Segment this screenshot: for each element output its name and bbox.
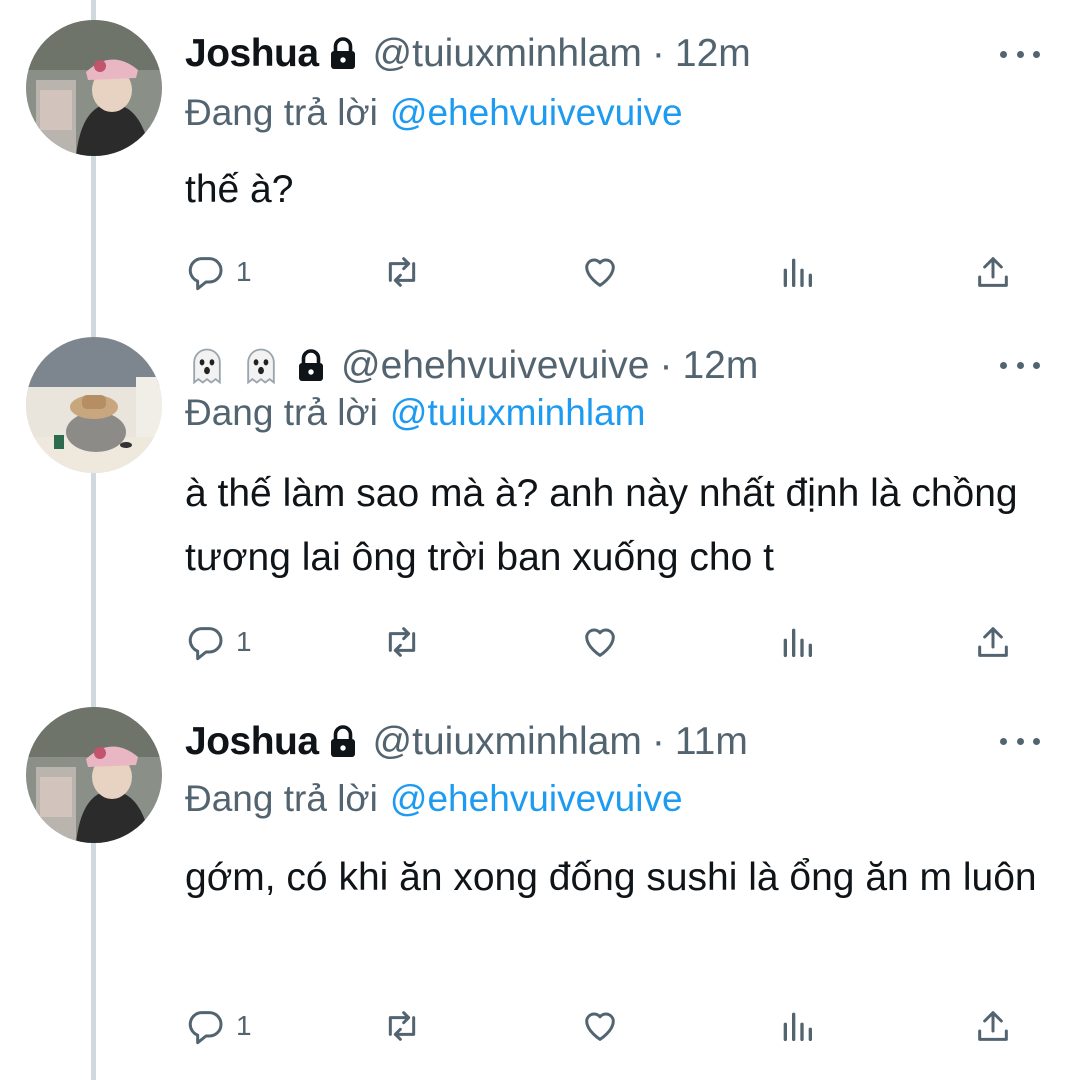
avatar[interactable] bbox=[26, 337, 162, 473]
share-button[interactable] bbox=[973, 617, 1013, 667]
tweet-text: gớm, có khi ăn xong đống sushi là ổng ăn… bbox=[185, 856, 1037, 899]
reply-button[interactable]: 1 bbox=[186, 617, 252, 667]
reply-count: 1 bbox=[236, 626, 252, 657]
action-bar: 1 bbox=[0, 247, 1080, 297]
tweet-text: thế à? bbox=[185, 168, 294, 211]
display-name[interactable]: Joshua bbox=[185, 720, 319, 764]
separator: · bbox=[659, 344, 673, 387]
action-bar: 1 bbox=[0, 1001, 1080, 1051]
retweet-button[interactable] bbox=[382, 247, 422, 297]
replying-prefix: Đang trả lời bbox=[185, 778, 378, 819]
like-icon bbox=[585, 1012, 615, 1041]
replying-prefix: Đang trả lời bbox=[185, 392, 378, 433]
like-icon bbox=[585, 628, 615, 657]
tweet-header: Joshua @tuiuxminhlam · 12m bbox=[185, 24, 751, 84]
action-bar: 1 bbox=[0, 617, 1080, 667]
tweet-header: Joshua @tuiuxminhlam · 11m bbox=[185, 712, 748, 772]
replying-to: Đang trả lời @ehehvuivevuive bbox=[185, 92, 683, 134]
retweet-button[interactable] bbox=[382, 1001, 422, 1051]
views-icon bbox=[783, 628, 812, 657]
more-icon[interactable] bbox=[1000, 34, 1040, 74]
lock-icon bbox=[325, 36, 361, 72]
share-button[interactable] bbox=[973, 1001, 1013, 1051]
share-icon bbox=[978, 627, 1008, 657]
ghost-icon bbox=[239, 344, 283, 388]
replying-to: Đang trả lời @tuiuxminhlam bbox=[185, 392, 645, 434]
reply-button[interactable]: 1 bbox=[186, 247, 252, 297]
share-icon bbox=[978, 257, 1008, 287]
views-button[interactable] bbox=[777, 247, 817, 297]
avatar[interactable] bbox=[26, 707, 162, 843]
retweet-icon bbox=[388, 257, 416, 287]
person-with-pink-cap-avatar bbox=[26, 20, 162, 156]
ghost-icon bbox=[185, 344, 229, 388]
separator: · bbox=[651, 720, 665, 763]
replying-mention[interactable]: @ehehvuivevuive bbox=[390, 778, 683, 819]
tweet-header: @ehehvuivevuive · 12m bbox=[185, 336, 758, 396]
replying-mention[interactable]: @ehehvuivevuive bbox=[390, 92, 683, 133]
lock-icon bbox=[325, 724, 361, 760]
reply-count: 1 bbox=[236, 1010, 252, 1041]
views-button[interactable] bbox=[777, 1001, 817, 1051]
reply-count: 1 bbox=[236, 256, 252, 287]
like-icon bbox=[585, 258, 615, 287]
replying-prefix: Đang trả lời bbox=[185, 92, 378, 133]
more-icon[interactable] bbox=[1000, 721, 1040, 761]
display-name[interactable]: Joshua bbox=[185, 32, 319, 76]
rock-with-hat-avatar bbox=[26, 337, 162, 473]
views-icon bbox=[783, 1012, 812, 1041]
retweet-button[interactable] bbox=[382, 617, 422, 667]
like-button[interactable] bbox=[580, 1001, 620, 1051]
handle[interactable]: @tuiuxminhlam bbox=[373, 32, 642, 76]
timestamp[interactable]: 12m bbox=[675, 32, 751, 76]
like-button[interactable] bbox=[580, 247, 620, 297]
person-with-pink-cap-avatar bbox=[26, 707, 162, 843]
timestamp[interactable]: 12m bbox=[682, 344, 758, 388]
handle[interactable]: @ehehvuivevuive bbox=[341, 344, 649, 388]
share-icon bbox=[978, 1011, 1008, 1041]
handle[interactable]: @tuiuxminhlam bbox=[373, 720, 642, 764]
retweet-icon bbox=[388, 1011, 416, 1041]
replying-mention[interactable]: @tuiuxminhlam bbox=[390, 392, 646, 433]
timestamp[interactable]: 11m bbox=[675, 720, 748, 764]
reply-icon bbox=[188, 627, 223, 661]
like-button[interactable] bbox=[580, 617, 620, 667]
avatar[interactable] bbox=[26, 20, 162, 156]
views-button[interactable] bbox=[777, 617, 817, 667]
share-button[interactable] bbox=[973, 247, 1013, 297]
thread-line bbox=[91, 0, 96, 1080]
tweet-text: à thế làm sao mà à? anh này nhất định là… bbox=[185, 472, 1018, 579]
retweet-icon bbox=[388, 627, 416, 657]
reply-icon bbox=[188, 1011, 223, 1045]
replying-to: Đang trả lời @ehehvuivevuive bbox=[185, 778, 683, 820]
reply-icon bbox=[188, 257, 223, 291]
views-icon bbox=[783, 258, 812, 287]
lock-icon bbox=[293, 348, 329, 384]
more-icon[interactable] bbox=[1000, 345, 1040, 385]
separator: · bbox=[651, 32, 665, 75]
reply-button[interactable]: 1 bbox=[186, 1001, 252, 1051]
